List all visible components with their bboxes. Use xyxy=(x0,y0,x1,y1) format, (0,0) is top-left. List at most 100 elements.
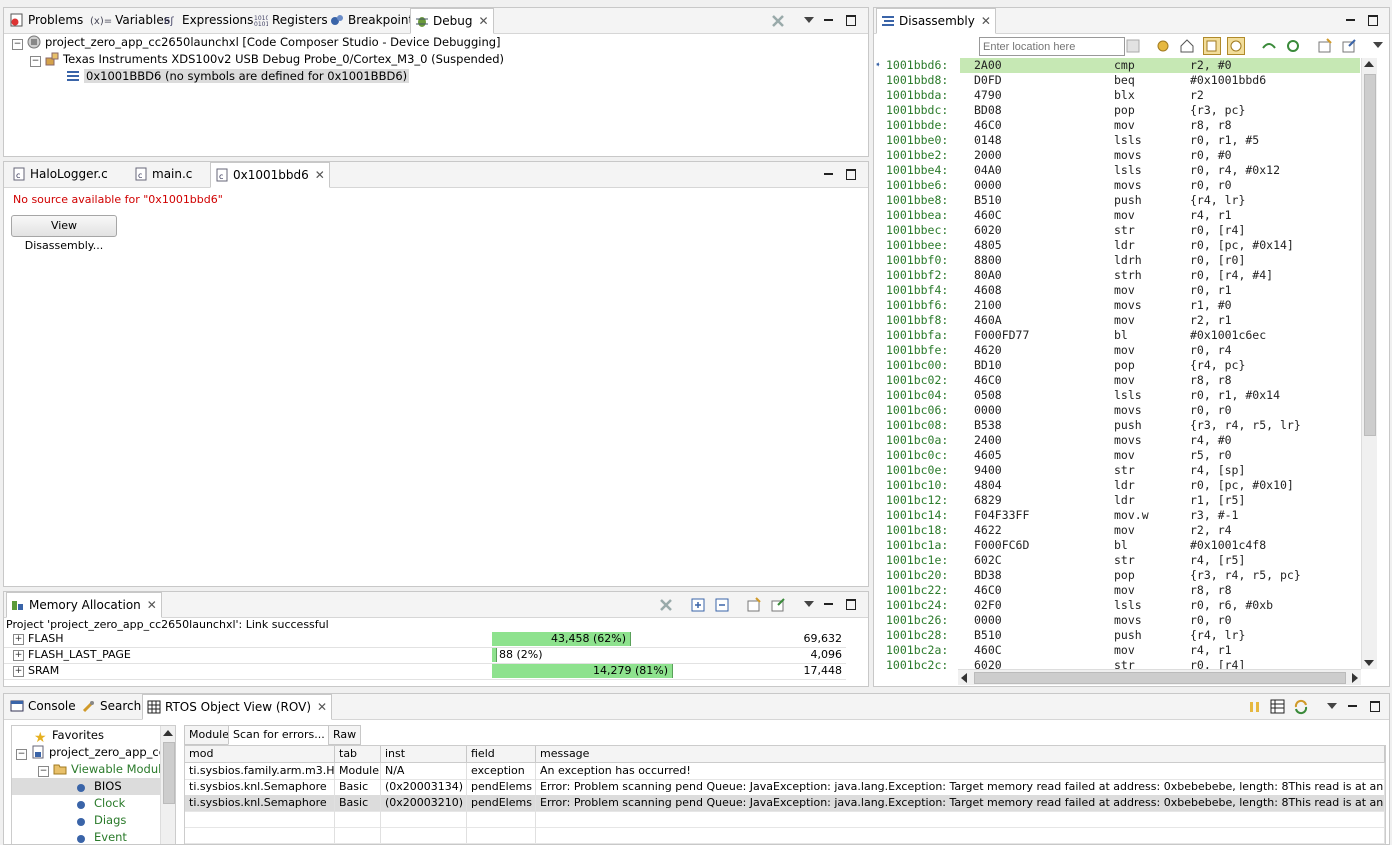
instruction-row[interactable]: 1001bc2c: 6020 str r0, [r4] xyxy=(874,658,1360,669)
instruction-row[interactable]: 1001bc04: 0508 lsls r0, r1, #0x14 xyxy=(874,388,1360,403)
instruction-row[interactable]: 1001bc08: B538 push {r3, r4, r5, lr} xyxy=(874,418,1360,433)
instruction-row[interactable]: 1001bbea: 460C mov r4, r1 xyxy=(874,208,1360,223)
instruction-row[interactable]: 1001bc14: F04F33FF mov.w r3, #-1 xyxy=(874,508,1360,523)
minimize-icon[interactable] xyxy=(822,13,836,27)
instruction-row[interactable]: 1001bbfe: 4620 mov r0, r4 xyxy=(874,343,1360,358)
instruction-row[interactable]: 1001bc06: 0000 movs r0, r0 xyxy=(874,403,1360,418)
home-icon[interactable] xyxy=(1179,38,1195,54)
subtab-module[interactable]: Module xyxy=(184,725,234,745)
expand-all-icon[interactable] xyxy=(690,597,706,613)
debug-tree-probe[interactable]: − Texas Instruments XDS100v2 USB Debug Pr… xyxy=(30,51,504,68)
table-row[interactable]: ti.sysbios.knl.Semaphore Basic (0x20003210… xyxy=(185,795,1385,812)
expand-icon[interactable]: + xyxy=(13,650,24,661)
table-row[interactable]: ti.sysbios.family.arm.m3.Hwi Module N/A exc… xyxy=(185,763,1385,780)
tab-search[interactable]: Search xyxy=(78,694,145,719)
horizontal-scrollbar[interactable] xyxy=(958,669,1361,685)
view-disassembly-button[interactable]: View Disassembly... xyxy=(11,215,117,252)
column-header-field[interactable]: field xyxy=(467,746,536,762)
instruction-row[interactable]: 1001bc0a: 2400 movs r4, #0 xyxy=(874,433,1360,448)
pin-icon[interactable] xyxy=(1341,38,1357,54)
memory-row[interactable]: + FLASH_LAST_PAGE 88 (2%) 4,096 xyxy=(4,647,846,664)
view-menu-icon[interactable] xyxy=(802,13,816,27)
maximize-icon[interactable] xyxy=(844,597,858,611)
collapse-icon[interactable]: − xyxy=(16,749,27,760)
maximize-icon[interactable] xyxy=(1368,699,1382,713)
instruction-row[interactable]: 1001bc1a: F000FC6D bl #0x1001c4f8 xyxy=(874,538,1360,553)
tab-registers[interactable]: 1010 0101 Registers xyxy=(250,8,332,33)
instruction-row[interactable]: 1001bbe4: 04A0 lsls r0, r4, #0x12 xyxy=(874,163,1360,178)
minimize-icon[interactable] xyxy=(1346,699,1360,713)
tree-scrollbar[interactable] xyxy=(160,726,175,844)
table-row[interactable]: ti.sysbios.knl.Semaphore Basic (0x20003134… xyxy=(185,779,1385,796)
instruction-row[interactable]: 1001bbdc: BD08 pop {r3, pc} xyxy=(874,103,1360,118)
instruction-row[interactable]: 1001bc02: 46C0 mov r8, r8 xyxy=(874,373,1360,388)
expand-icon[interactable]: + xyxy=(13,634,24,645)
scroll-up-icon[interactable] xyxy=(163,730,173,736)
instruction-row[interactable]: 1001bbe0: 0148 lsls r0, r1, #5 xyxy=(874,133,1360,148)
scroll-left-icon[interactable] xyxy=(961,673,967,683)
memory-row[interactable]: + SRAM 14,279 (81%) 17,448 xyxy=(4,663,846,680)
tab-disassembly[interactable]: Disassembly ✕ xyxy=(876,8,996,34)
instruction-row[interactable]: 1001bbe6: 0000 movs r0, r0 xyxy=(874,178,1360,193)
close-icon[interactable]: ✕ xyxy=(147,593,157,618)
pause-icon[interactable] xyxy=(1247,699,1263,715)
close-icon[interactable]: ✕ xyxy=(317,695,327,720)
debug-tree-project[interactable]: − project_zero_app_cc2650launchxl [Code C… xyxy=(12,34,501,51)
instruction-row[interactable]: 1001bbee: 4805 ldr r0, [pc, #0x14] xyxy=(874,238,1360,253)
close-icon[interactable]: ✕ xyxy=(315,163,325,188)
show-symbols-icon[interactable] xyxy=(1227,37,1245,55)
instruction-row[interactable]: 1001bbe2: 2000 movs r0, #0 xyxy=(874,148,1360,163)
scroll-right-icon[interactable] xyxy=(1352,673,1358,683)
instruction-row[interactable]: 1001bc12: 6829 ldr r1, [r5] xyxy=(874,493,1360,508)
location-input[interactable] xyxy=(979,37,1125,56)
clear-icon[interactable] xyxy=(658,597,674,613)
show-source-icon[interactable] xyxy=(1203,37,1221,55)
instruction-row[interactable]: 1001bc0e: 9400 str r4, [sp] xyxy=(874,463,1360,478)
current-instruction-row[interactable]: ➧ 1001bbd6: 2A00 cmp r2, #0 xyxy=(874,58,1360,73)
view-menu-icon[interactable] xyxy=(1371,38,1385,52)
view-menu-icon[interactable] xyxy=(1325,699,1339,713)
tab-debug[interactable]: Debug ✕ xyxy=(410,8,494,34)
maximize-icon[interactable] xyxy=(1366,13,1380,27)
tab-console[interactable]: Console xyxy=(6,694,80,719)
refresh-icon[interactable] xyxy=(1285,38,1301,54)
tree-viewable-modules[interactable]: − Viewable Modules xyxy=(38,761,174,778)
close-icon[interactable]: ✕ xyxy=(478,9,488,34)
import-icon[interactable] xyxy=(746,597,762,613)
tab-address[interactable]: c 0x1001bbd6 ✕ xyxy=(210,162,330,188)
export-icon[interactable] xyxy=(770,597,786,613)
scroll-thumb[interactable] xyxy=(163,742,175,804)
debug-tree-frame[interactable]: 0x1001BBD6 (no symbols are defined for 0… xyxy=(66,68,410,85)
instruction-row[interactable]: 1001bc22: 46C0 mov r8, r8 xyxy=(874,583,1360,598)
instruction-row[interactable]: 1001bc10: 4804 ldr r0, [pc, #0x10] xyxy=(874,478,1360,493)
instruction-row[interactable]: 1001bc20: BD38 pop {r3, r4, r5, pc} xyxy=(874,568,1360,583)
instruction-row[interactable]: 1001bc2a: 460C mov r4, r1 xyxy=(874,643,1360,658)
collapse-icon[interactable]: − xyxy=(30,56,41,67)
maximize-icon[interactable] xyxy=(844,13,858,27)
instruction-row[interactable]: 1001bbec: 6020 str r0, [r4] xyxy=(874,223,1360,238)
go-to-location-icon[interactable] xyxy=(1125,38,1141,54)
remove-all-terminated-icon[interactable] xyxy=(770,13,786,29)
expand-icon[interactable]: + xyxy=(13,666,24,677)
memory-row[interactable]: + FLASH 43,458 (62%) 69,632 xyxy=(4,631,846,648)
column-header-mod[interactable]: mod xyxy=(185,746,335,762)
instruction-row[interactable]: 1001bbf0: 8800 ldrh r0, [r0] xyxy=(874,253,1360,268)
collapse-all-icon[interactable] xyxy=(714,597,730,613)
minimize-icon[interactable] xyxy=(1344,13,1358,27)
maximize-icon[interactable] xyxy=(844,167,858,181)
collapse-icon[interactable]: − xyxy=(38,766,49,777)
tab-problems[interactable]: Problems xyxy=(6,8,87,33)
instruction-row[interactable]: 1001bbfa: F000FD77 bl #0x1001c6ec xyxy=(874,328,1360,343)
close-icon[interactable]: ✕ xyxy=(981,9,991,34)
instruction-row[interactable]: 1001bbf2: 80A0 strh r0, [r4, #4] xyxy=(874,268,1360,283)
link-with-editor-icon[interactable] xyxy=(1155,38,1171,54)
instruction-row[interactable]: 1001bc0c: 4605 mov r5, r0 xyxy=(874,448,1360,463)
scroll-thumb[interactable] xyxy=(1364,74,1376,436)
instruction-row[interactable]: 1001bc1e: 602C str r4, [r5] xyxy=(874,553,1360,568)
vertical-scrollbar[interactable] xyxy=(1361,58,1377,669)
instruction-row[interactable]: 1001bbf8: 460A mov r2, r1 xyxy=(874,313,1360,328)
step-over-icon[interactable] xyxy=(1261,38,1277,54)
instruction-row[interactable]: 1001bbde: 46C0 mov r8, r8 xyxy=(874,118,1360,133)
table-row[interactable] xyxy=(185,811,1385,828)
minimize-icon[interactable] xyxy=(822,167,836,181)
